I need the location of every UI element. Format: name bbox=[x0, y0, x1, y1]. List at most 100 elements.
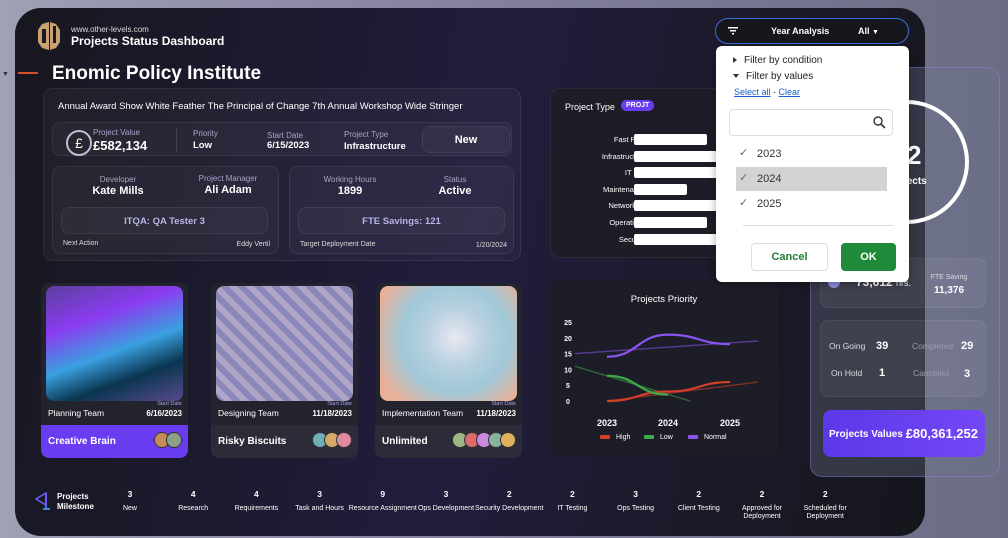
y-tick-label: 25 bbox=[564, 320, 572, 327]
target-date-value: 1/20/2024 bbox=[475, 242, 507, 249]
site-url[interactable]: www.other-levels.com bbox=[71, 25, 149, 34]
year-option-label: 2025 bbox=[757, 198, 782, 210]
milestone-label: Scheduled for Deployment bbox=[803, 505, 847, 520]
developer-label: Developer bbox=[99, 175, 137, 184]
milestone-label: Task and Hours bbox=[295, 505, 344, 512]
milestone-item: 4 Research bbox=[158, 489, 228, 513]
project-type-badge[interactable]: PROJT bbox=[621, 100, 655, 111]
fte-value: 121 bbox=[424, 216, 441, 227]
team-card[interactable]: Planning Team Start Date 6/16/2023 Creative… bbox=[41, 283, 188, 458]
team-image bbox=[46, 286, 183, 401]
projects-priority-chart: Projects Priority 0 5 10 15 20 25 2023 2024 2025… bbox=[550, 280, 778, 456]
group-name: Unlimited bbox=[382, 436, 428, 447]
milestone-count: 2 bbox=[696, 489, 702, 499]
itqa-label: ITQA: bbox=[124, 216, 150, 227]
priority-value: Low bbox=[193, 140, 212, 151]
y-tick-label: 20 bbox=[564, 336, 572, 343]
avatar bbox=[336, 432, 352, 448]
projects-values-label: Projects Values bbox=[829, 429, 903, 440]
search-icon bbox=[873, 116, 886, 129]
milestone-count: 4 bbox=[254, 489, 259, 499]
legend-swatch bbox=[688, 435, 698, 439]
ok-button[interactable]: OK bbox=[841, 243, 896, 271]
milestone-label: Security Development bbox=[474, 505, 544, 512]
legend-swatch bbox=[600, 435, 610, 439]
avatar bbox=[500, 432, 516, 448]
team-footer[interactable]: Creative Brain bbox=[41, 425, 188, 458]
milestone-count: 4 bbox=[190, 489, 196, 499]
milestone-label: Approved for Deployment bbox=[741, 505, 783, 520]
year-option-label: 2023 bbox=[757, 148, 782, 160]
hours-box: Working Hours 1899 Status Active FTE Sav… bbox=[289, 166, 514, 254]
y-tick-label: 15 bbox=[564, 352, 572, 359]
milestone-count: 3 bbox=[443, 489, 449, 499]
filter-search-input[interactable] bbox=[729, 109, 893, 136]
project-name: Annual Award Show White Feather The Prin… bbox=[58, 101, 463, 112]
group-name: Creative Brain bbox=[48, 436, 116, 447]
year-option[interactable]: ✓ 2024 bbox=[736, 167, 887, 191]
team-start-label: Start Date bbox=[491, 401, 516, 407]
team-start-date: 11/18/2023 bbox=[476, 409, 516, 418]
bar[interactable] bbox=[634, 183, 687, 195]
team-footer[interactable]: Risky Biscuits bbox=[211, 425, 358, 458]
filter-by-values[interactable]: Filter by values bbox=[733, 71, 813, 82]
bar[interactable] bbox=[634, 217, 708, 228]
y-tick-label: 10 bbox=[564, 367, 572, 374]
legend-label[interactable]: Low bbox=[660, 434, 674, 441]
series-line-normal[interactable] bbox=[606, 333, 731, 358]
projects-values-box: Projects Values £80,361,252 bbox=[823, 410, 985, 457]
year-filter-value[interactable]: All ▼ bbox=[858, 26, 879, 36]
clear-link[interactable]: Clear bbox=[779, 87, 801, 97]
team-card[interactable]: Designing Team Start Date 11/18/2023 Risky … bbox=[211, 283, 358, 458]
status-counts-box: On Going 39 Completed 29 On Hold 1 Cance… bbox=[820, 320, 986, 397]
milestone-item: 4 Requirements bbox=[221, 489, 291, 513]
check-icon: ✓ bbox=[739, 197, 749, 209]
year-filter-dropdown[interactable]: Year Analysis All ▼ bbox=[715, 18, 909, 44]
divider bbox=[176, 128, 177, 152]
milestone-count: 2 bbox=[570, 489, 575, 499]
select-all-link[interactable]: Select all bbox=[734, 87, 771, 97]
fte-box: FTE Savings: 121 bbox=[298, 207, 505, 234]
bar[interactable] bbox=[634, 134, 708, 145]
milestone-item: 3 Task and Hours bbox=[285, 489, 355, 513]
team-image bbox=[380, 286, 517, 401]
expand-down-icon bbox=[733, 74, 739, 79]
milestone-count: 2 bbox=[506, 489, 512, 499]
x-tick-label: 2025 bbox=[720, 418, 740, 428]
collapse-arrow-icon[interactable]: ▼ bbox=[2, 71, 9, 78]
team-card[interactable]: Implementation Team Start Date 11/18/2023 U… bbox=[375, 283, 522, 458]
milestones-title: Projects Milestone bbox=[57, 492, 94, 512]
y-tick-label: 5 bbox=[566, 383, 570, 390]
x-tick-label: 2023 bbox=[597, 418, 617, 428]
completed-value: 29 bbox=[961, 340, 974, 352]
ongoing-label: On Going bbox=[829, 341, 866, 351]
legend-label[interactable]: High bbox=[616, 434, 631, 441]
milestone-count: 2 bbox=[759, 489, 765, 499]
year-option[interactable]: ✓ 2025 bbox=[736, 192, 887, 216]
cancel-button[interactable]: Cancel bbox=[751, 243, 828, 271]
logo-icon bbox=[38, 22, 60, 50]
working-hours-value: 1899 bbox=[337, 185, 363, 197]
legend-label[interactable]: Normal bbox=[704, 434, 727, 441]
filter-popup: Filter by condition Filter by values Sel… bbox=[716, 46, 909, 282]
stage-value: New bbox=[454, 134, 478, 146]
fte-label: FTE Savings: bbox=[362, 216, 423, 227]
year-option[interactable]: ✓ 2023 bbox=[736, 142, 887, 166]
milestone-label: Ops Testing bbox=[617, 505, 655, 512]
priority-chart-svg: 05101520252023 2024 2025High Low Normal bbox=[564, 320, 759, 441]
onhold-label: On Hold bbox=[831, 368, 863, 378]
milestone-label: IT Testing bbox=[557, 505, 588, 512]
series-line-high[interactable] bbox=[606, 380, 731, 403]
popup-divider bbox=[743, 225, 893, 226]
team-footer[interactable]: Unlimited bbox=[375, 425, 522, 458]
filter-by-condition[interactable]: Filter by condition bbox=[733, 55, 822, 66]
year-filter-label: Year Analysis bbox=[771, 26, 830, 36]
milestone-count: 2 bbox=[822, 489, 828, 499]
onhold-value: 1 bbox=[879, 367, 886, 379]
link-separator: - bbox=[770, 87, 779, 97]
app-title: Projects Status Dashboard bbox=[71, 34, 225, 48]
itqa-box: ITQA: QA Tester 3 bbox=[61, 207, 268, 234]
milestone-count: 3 bbox=[127, 489, 133, 499]
filter-icon bbox=[728, 27, 738, 35]
next-action-label: Next Action bbox=[63, 240, 99, 247]
